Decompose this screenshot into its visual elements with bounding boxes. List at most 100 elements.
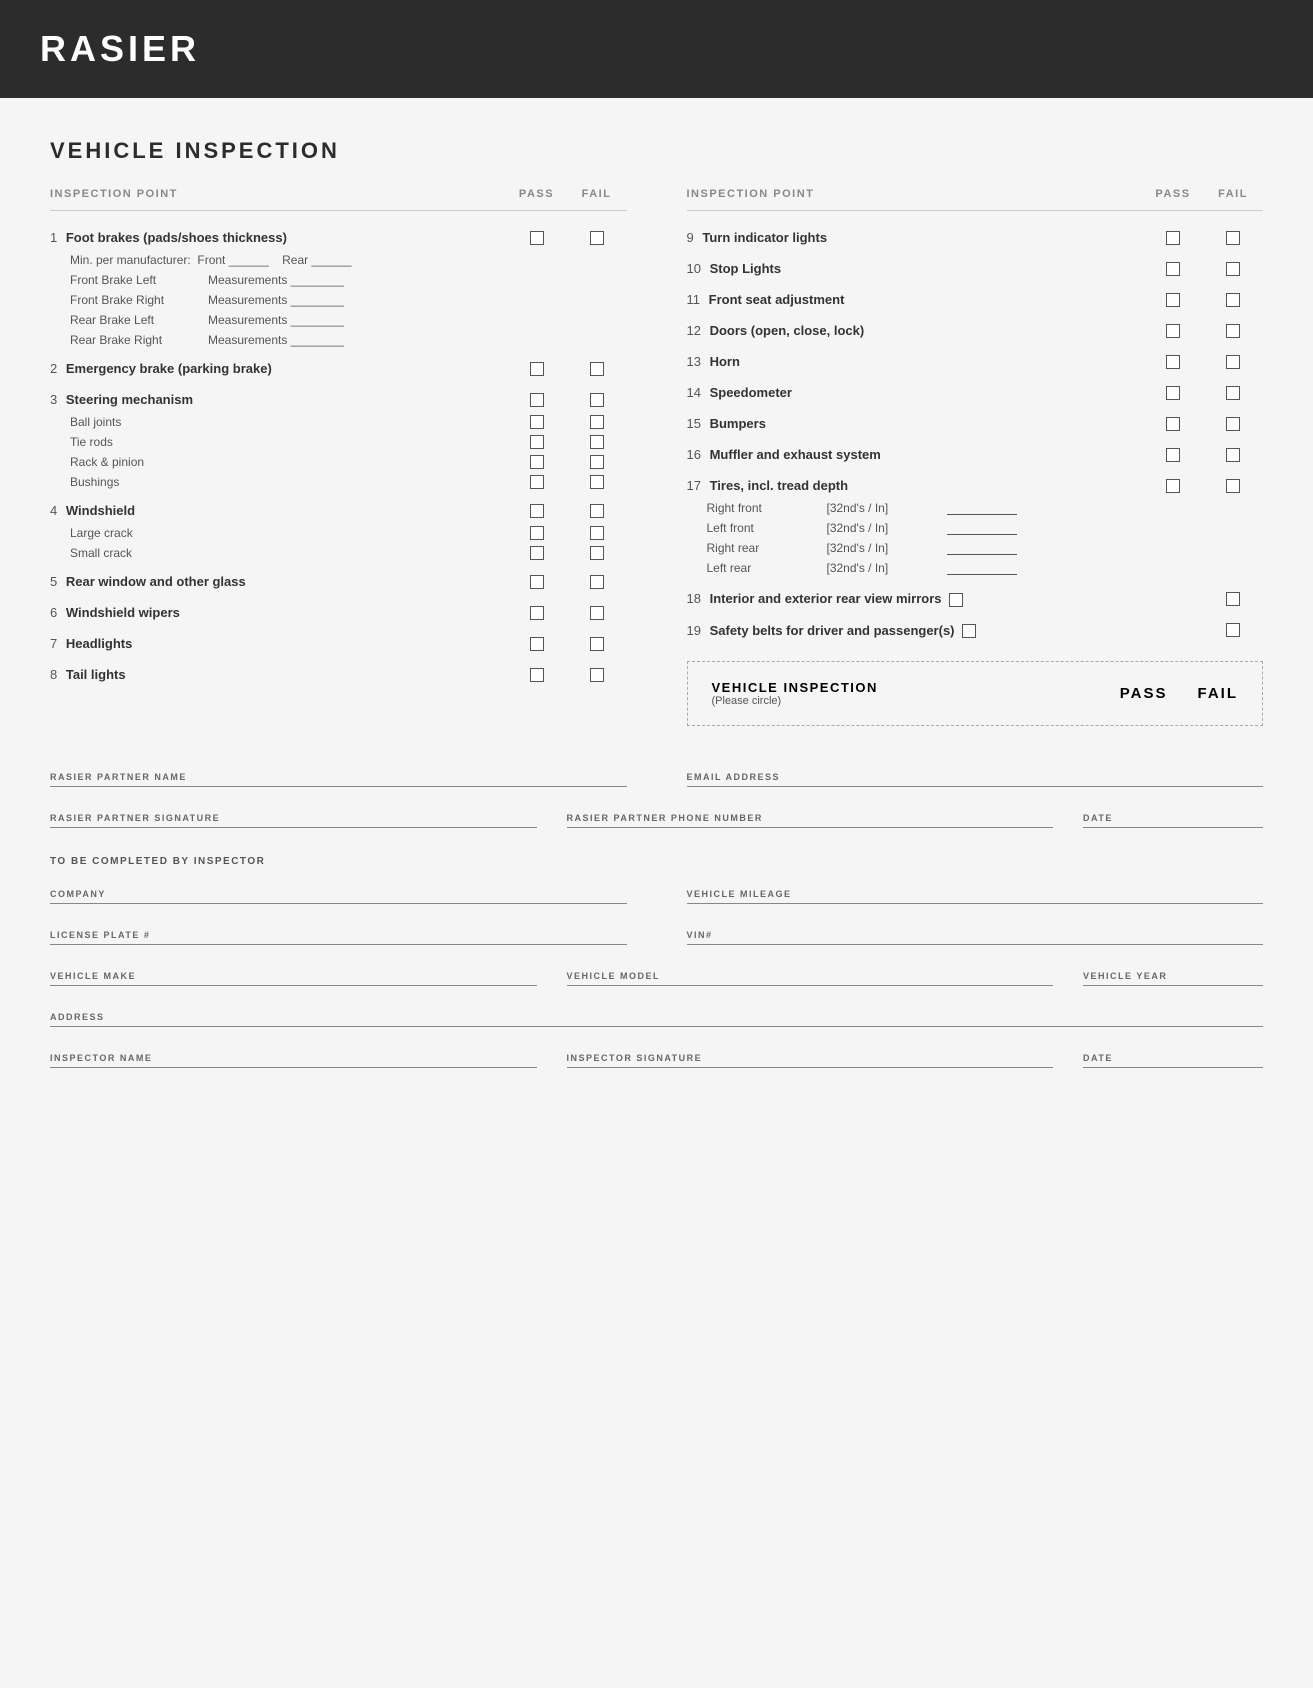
inspection-item-19: 19 Safety belts for driver and passenger… [687, 618, 1264, 644]
small-crack-pass[interactable] [530, 546, 544, 560]
app-title: RASIER [40, 28, 1273, 70]
inspection-item-8: 8 Tail lights [50, 662, 627, 687]
large-crack-pass[interactable] [530, 526, 544, 540]
item-15-fail-checkbox[interactable] [1226, 417, 1240, 431]
item-8-fail-checkbox[interactable] [590, 668, 604, 682]
item-15-pass-checkbox[interactable] [1166, 417, 1180, 431]
company-field: COMPANY [50, 873, 627, 904]
item-3-fail-checkbox[interactable] [590, 393, 604, 407]
license-label: LICENSE PLATE # [50, 930, 627, 940]
form-row-company: COMPANY VEHICLE MILEAGE [50, 873, 1263, 914]
item-5-pass-checkbox[interactable] [530, 575, 544, 589]
vehicle-model-field: VEHICLE MODEL [567, 955, 1054, 986]
inspection-item-9: 9 Turn indicator lights [687, 225, 1264, 250]
item-16-pass-checkbox[interactable] [1166, 448, 1180, 462]
model-label: VEHICLE MODEL [567, 971, 1054, 981]
large-crack-row: Large crack [50, 523, 627, 543]
tire-right-rear: Right rear [32nd's / In] [687, 538, 1264, 558]
item-4-fail-checkbox[interactable] [590, 504, 604, 518]
inspection-item-14: 14 Speedometer [687, 380, 1264, 405]
item-19-fail-checkbox[interactable] [1226, 623, 1240, 637]
vehicle-make-field: VEHICLE MAKE [50, 955, 537, 986]
rack-pinion-fail[interactable] [590, 455, 604, 469]
inspector-name-label: INSPECTOR NAME [50, 1053, 537, 1063]
bushings-pass[interactable] [530, 475, 544, 489]
bushings-fail[interactable] [590, 475, 604, 489]
large-crack-fail[interactable] [590, 526, 604, 540]
address-label: ADDRESS [50, 1012, 1263, 1022]
left-column: INSPECTION POINT PASS FAIL 1 Foot brakes… [50, 188, 627, 726]
inspector-sig-field: INSPECTOR SIGNATURE [567, 1037, 1054, 1068]
item-1-fail-checkbox[interactable] [590, 231, 604, 245]
item-7-fail-checkbox[interactable] [590, 637, 604, 651]
small-crack-fail[interactable] [590, 546, 604, 560]
ball-joints-row: Ball joints [50, 412, 627, 432]
partner-date-label: DATE [1083, 813, 1263, 823]
item-1-pass-checkbox[interactable] [530, 231, 544, 245]
vin-field: VIN# [687, 914, 1264, 945]
item-14-fail-checkbox[interactable] [1226, 386, 1240, 400]
item-12-pass-checkbox[interactable] [1166, 324, 1180, 338]
item-9-pass-checkbox[interactable] [1166, 231, 1180, 245]
partner-name-label: RASIER PARTNER NAME [50, 772, 627, 782]
ball-joints-pass[interactable] [530, 415, 544, 429]
item-17-fail-checkbox[interactable] [1226, 479, 1240, 493]
rack-pinion-pass[interactable] [530, 455, 544, 469]
item-10-pass-checkbox[interactable] [1166, 262, 1180, 276]
item-18-pass-inline-checkbox[interactable] [949, 593, 963, 607]
form-row-sig: RASIER PARTNER SIGNATURE RASIER PARTNER … [50, 797, 1263, 838]
make-label: VEHICLE MAKE [50, 971, 537, 981]
form-row-vehicle: VEHICLE MAKE VEHICLE MODEL VEHICLE YEAR [50, 955, 1263, 996]
license-field: LICENSE PLATE # [50, 914, 627, 945]
ball-joints-fail[interactable] [590, 415, 604, 429]
front-brake-right-row: Front Brake Right Measurements ________ [50, 290, 627, 310]
item-19-pass-inline-checkbox[interactable] [962, 624, 976, 638]
item-16-fail-checkbox[interactable] [1226, 448, 1240, 462]
inspector-name-field: INSPECTOR NAME [50, 1037, 537, 1068]
year-label: VEHICLE YEAR [1083, 971, 1263, 981]
item-2-pass-checkbox[interactable] [530, 362, 544, 376]
item-18-fail-checkbox[interactable] [1226, 592, 1240, 606]
inspection-item-10: 10 Stop Lights [687, 256, 1264, 281]
mileage-field: VEHICLE MILEAGE [687, 873, 1264, 904]
item-13-fail-checkbox[interactable] [1226, 355, 1240, 369]
inspection-item-5: 5 Rear window and other glass [50, 569, 627, 594]
summary-box-title: VEHICLE INSPECTION [712, 680, 878, 695]
section-title: VEHICLE INSPECTION [50, 138, 1263, 164]
item-12-fail-checkbox[interactable] [1226, 324, 1240, 338]
inspection-item-6: 6 Windshield wipers [50, 600, 627, 625]
item-8-pass-checkbox[interactable] [530, 668, 544, 682]
item-6-fail-checkbox[interactable] [590, 606, 604, 620]
inspection-item-15: 15 Bumpers [687, 411, 1264, 436]
partner-sig-label: RASIER PARTNER SIGNATURE [50, 813, 537, 823]
tie-rods-fail[interactable] [590, 435, 604, 449]
item-10-fail-checkbox[interactable] [1226, 262, 1240, 276]
header: RASIER [0, 0, 1313, 98]
item-6-pass-checkbox[interactable] [530, 606, 544, 620]
item-17-pass-checkbox[interactable] [1166, 479, 1180, 493]
summary-box-subtitle: (Please circle) [712, 695, 878, 707]
item-13-pass-checkbox[interactable] [1166, 355, 1180, 369]
right-col-pass: PASS [1143, 188, 1203, 200]
form-row-inspector: INSPECTOR NAME INSPECTOR SIGNATURE DATE [50, 1037, 1263, 1078]
item-2-fail-checkbox[interactable] [590, 362, 604, 376]
item-4-pass-checkbox[interactable] [530, 504, 544, 518]
item-7-pass-checkbox[interactable] [530, 637, 544, 651]
inspection-item-16: 16 Muffler and exhaust system [687, 442, 1264, 467]
item-3-pass-checkbox[interactable] [530, 393, 544, 407]
inspection-item-4: 4 Windshield [50, 498, 627, 523]
company-label: COMPANY [50, 889, 627, 899]
inspection-item-3: 3 Steering mechanism [50, 387, 627, 412]
item-5-fail-checkbox[interactable] [590, 575, 604, 589]
item-11-pass-checkbox[interactable] [1166, 293, 1180, 307]
inspection-item-17: 17 Tires, incl. tread depth [687, 473, 1264, 498]
partner-phone-label: RASIER PARTNER PHONE NUMBER [567, 813, 1054, 823]
tie-rods-row: Tie rods [50, 432, 627, 452]
form-row-1: RASIER PARTNER NAME EMAIL ADDRESS [50, 756, 1263, 797]
item-11-fail-checkbox[interactable] [1226, 293, 1240, 307]
item-9-fail-checkbox[interactable] [1226, 231, 1240, 245]
item-14-pass-checkbox[interactable] [1166, 386, 1180, 400]
vehicle-year-field: VEHICLE YEAR [1083, 955, 1263, 986]
tie-rods-pass[interactable] [530, 435, 544, 449]
to-be-completed-label: TO BE COMPLETED BY INSPECTOR [50, 856, 1263, 867]
